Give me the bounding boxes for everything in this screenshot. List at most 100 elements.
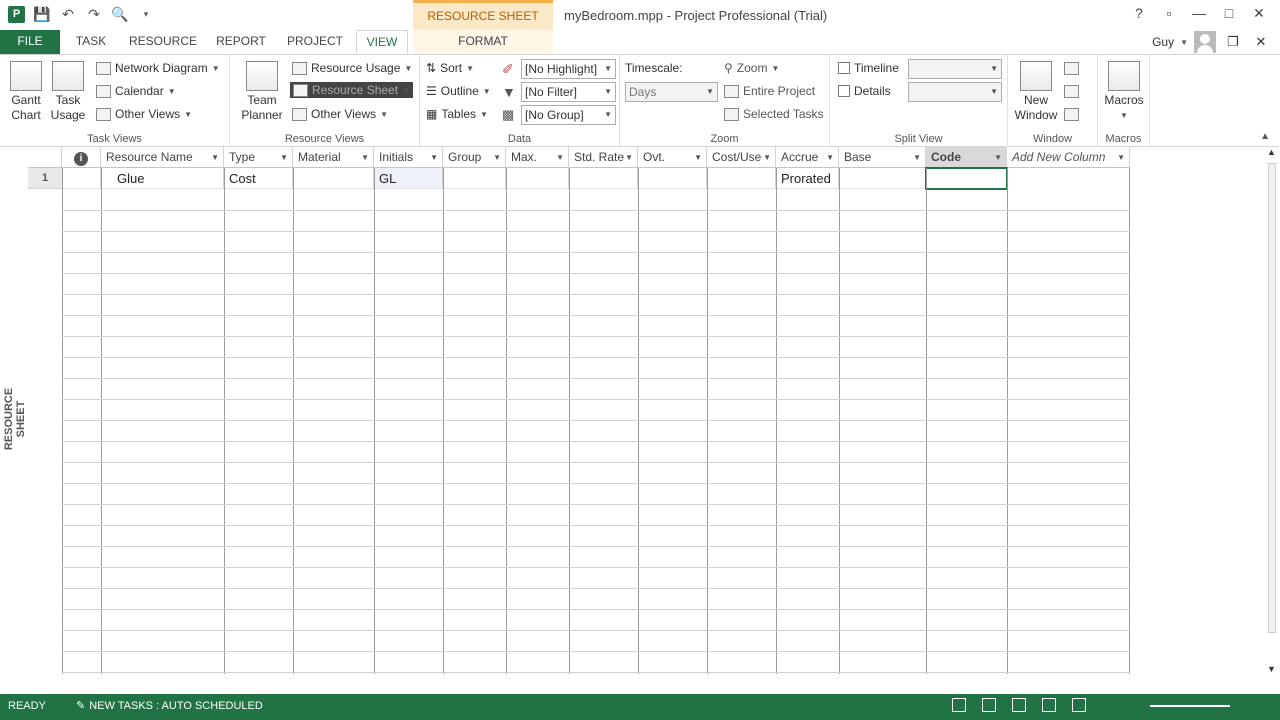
resource-sheet-view-icon[interactable] bbox=[1042, 698, 1056, 712]
timescale-select[interactable]: Days ▼ bbox=[625, 82, 718, 102]
column-header-add-new[interactable]: Add New Column ▼ bbox=[1007, 147, 1130, 168]
user-account[interactable]: Guy ▼ ❐ ✕ bbox=[1152, 30, 1272, 54]
customize-qat-icon[interactable]: ▾ bbox=[137, 9, 155, 20]
column-header-material[interactable]: Material ▼ bbox=[293, 147, 374, 168]
vertical-scrollbar[interactable]: ▲ ▼ bbox=[1264, 147, 1280, 674]
arrange-icon[interactable] bbox=[1064, 62, 1079, 75]
network-diagram-button[interactable]: Network Diagram ▼ bbox=[96, 61, 220, 75]
cell-indicator[interactable] bbox=[62, 168, 101, 189]
details-checkbox[interactable]: Details bbox=[838, 84, 891, 98]
zoom-slider[interactable] bbox=[1150, 705, 1230, 707]
other-views-resource-button[interactable]: Other Views ▼ bbox=[292, 107, 388, 121]
cell-initials[interactable]: GL bbox=[374, 168, 443, 189]
chevron-down-icon[interactable]: ▼ bbox=[994, 147, 1002, 167]
chevron-down-icon[interactable]: ▼ bbox=[826, 147, 834, 167]
collapse-ribbon-icon[interactable]: ▲ bbox=[1260, 131, 1270, 142]
chevron-down-icon[interactable]: ▼ bbox=[430, 147, 438, 167]
column-header-resource-name[interactable]: Resource Name ▼ bbox=[101, 147, 224, 168]
save-icon[interactable]: 💾 bbox=[33, 6, 51, 23]
cell-ovt[interactable] bbox=[638, 168, 707, 189]
zoom-button[interactable]: ⚲ Zoom ▼ bbox=[724, 61, 779, 75]
column-header-type[interactable]: Type ▼ bbox=[224, 147, 293, 168]
chevron-down-icon[interactable]: ▼ bbox=[280, 147, 288, 167]
chevron-down-icon[interactable]: ▼ bbox=[1117, 147, 1125, 167]
tab-file[interactable]: FILE bbox=[0, 30, 60, 54]
tab-report[interactable]: REPORT bbox=[210, 30, 272, 54]
cell-std-rate[interactable] bbox=[569, 168, 638, 189]
filter-select[interactable]: [No Filter] ▼ bbox=[521, 82, 616, 102]
tables-button[interactable]: ▦ Tables ▼ bbox=[426, 107, 488, 121]
gantt-chart-button[interactable]: Gantt Chart bbox=[6, 61, 46, 123]
column-header-std-rate[interactable]: Std. Rate ▼ bbox=[569, 147, 638, 168]
outline-button[interactable]: ☰ Outline ▼ bbox=[426, 84, 491, 98]
cell-cost-use[interactable] bbox=[707, 168, 776, 189]
reports-view-icon[interactable] bbox=[1072, 698, 1086, 712]
details-view-select[interactable]: ▼ bbox=[908, 82, 1002, 102]
team-planner-view-icon[interactable] bbox=[1012, 698, 1026, 712]
active-cell-cursor[interactable] bbox=[925, 167, 1008, 190]
maximize-icon[interactable]: □ bbox=[1214, 5, 1244, 22]
undo-icon[interactable]: ↶ bbox=[59, 6, 77, 23]
chevron-down-icon[interactable]: ▼ bbox=[556, 147, 564, 167]
task-usage-button[interactable]: Task Usage bbox=[48, 61, 88, 123]
chevron-down-icon[interactable]: ▼ bbox=[763, 147, 771, 167]
calendar-button[interactable]: Calendar ▼ bbox=[96, 84, 176, 98]
column-header-accrue[interactable]: Accrue ▼ bbox=[776, 147, 839, 168]
column-header-ovt[interactable]: Ovt. ▼ bbox=[638, 147, 707, 168]
hide-icon[interactable] bbox=[1064, 85, 1079, 98]
chevron-down-icon[interactable]: ▼ bbox=[913, 147, 921, 167]
timeline-checkbox[interactable]: Timeline bbox=[838, 61, 899, 75]
column-header-info[interactable]: i bbox=[62, 147, 101, 168]
close-doc-icon[interactable]: ✕ bbox=[1250, 34, 1272, 50]
column-header-max[interactable]: Max. ▼ bbox=[506, 147, 569, 168]
cell-group[interactable] bbox=[443, 168, 506, 189]
chevron-down-icon[interactable]: ▼ bbox=[694, 147, 702, 167]
selected-tasks-button[interactable]: Selected Tasks bbox=[724, 107, 824, 121]
cell-base[interactable] bbox=[839, 168, 926, 189]
chevron-down-icon[interactable]: ▼ bbox=[211, 147, 219, 167]
cell-resource-name[interactable]: Glue bbox=[101, 168, 224, 189]
chevron-down-icon[interactable]: ▼ bbox=[493, 147, 501, 167]
gantt-view-icon[interactable] bbox=[952, 698, 966, 712]
column-header-initials[interactable]: Initials ▼ bbox=[374, 147, 443, 168]
highlight-select[interactable]: [No Highlight] ▼ bbox=[521, 59, 616, 79]
column-header-code[interactable]: Code ▼ bbox=[926, 147, 1007, 168]
user-name[interactable]: Guy bbox=[1152, 35, 1174, 49]
new-window-button[interactable]: New Window bbox=[1014, 61, 1058, 123]
cell-type[interactable]: Cost bbox=[224, 168, 293, 189]
row-header[interactable]: 1 bbox=[28, 168, 62, 189]
chevron-down-icon[interactable]: ▼ bbox=[625, 147, 633, 167]
switch-windows-icon[interactable] bbox=[1064, 108, 1079, 121]
chevron-down-icon[interactable]: ▼ bbox=[361, 147, 369, 167]
ribbon-display-icon[interactable]: ▫ bbox=[1154, 5, 1184, 22]
macros-button[interactable]: Macros ▼ bbox=[1102, 61, 1146, 123]
scroll-down-icon[interactable]: ▼ bbox=[1267, 664, 1276, 674]
tab-task[interactable]: TASK bbox=[68, 30, 114, 54]
restore-icon[interactable]: ❐ bbox=[1222, 34, 1244, 50]
tab-resource[interactable]: RESOURCE bbox=[124, 30, 202, 54]
tab-project[interactable]: PROJECT bbox=[282, 30, 348, 54]
entire-project-button[interactable]: Entire Project bbox=[724, 84, 815, 98]
timeline-view-select[interactable]: ▼ bbox=[908, 59, 1002, 79]
sort-button[interactable]: ⇅ Sort ▼ bbox=[426, 61, 474, 75]
cell-max[interactable] bbox=[506, 168, 569, 189]
resource-usage-button[interactable]: Resource Usage ▼ bbox=[292, 61, 412, 75]
column-header-base[interactable]: Base ▼ bbox=[839, 147, 926, 168]
tab-format[interactable]: FORMAT bbox=[413, 30, 553, 54]
redo-icon[interactable]: ↷ bbox=[85, 6, 103, 23]
scrollbar-thumb[interactable] bbox=[1268, 163, 1276, 633]
cell-material[interactable] bbox=[293, 168, 374, 189]
column-header-group[interactable]: Group ▼ bbox=[443, 147, 506, 168]
close-icon[interactable]: ✕ bbox=[1244, 5, 1274, 22]
column-header-cost-use[interactable]: Cost/Use ▼ bbox=[707, 147, 776, 168]
select-all-corner[interactable] bbox=[28, 147, 62, 168]
group-select[interactable]: [No Group] ▼ bbox=[521, 105, 616, 125]
resource-sheet-button[interactable]: Resource Sheet ▼ bbox=[290, 82, 413, 98]
print-preview-icon[interactable]: 🔍 bbox=[111, 6, 129, 23]
help-icon[interactable]: ? bbox=[1124, 5, 1154, 22]
minimize-icon[interactable]: — bbox=[1184, 5, 1214, 22]
tab-view[interactable]: VIEW bbox=[356, 30, 408, 54]
other-views-task-button[interactable]: Other Views ▼ bbox=[96, 107, 192, 121]
cell-accrue[interactable]: Prorated bbox=[776, 168, 839, 189]
scroll-up-icon[interactable]: ▲ bbox=[1267, 147, 1276, 157]
